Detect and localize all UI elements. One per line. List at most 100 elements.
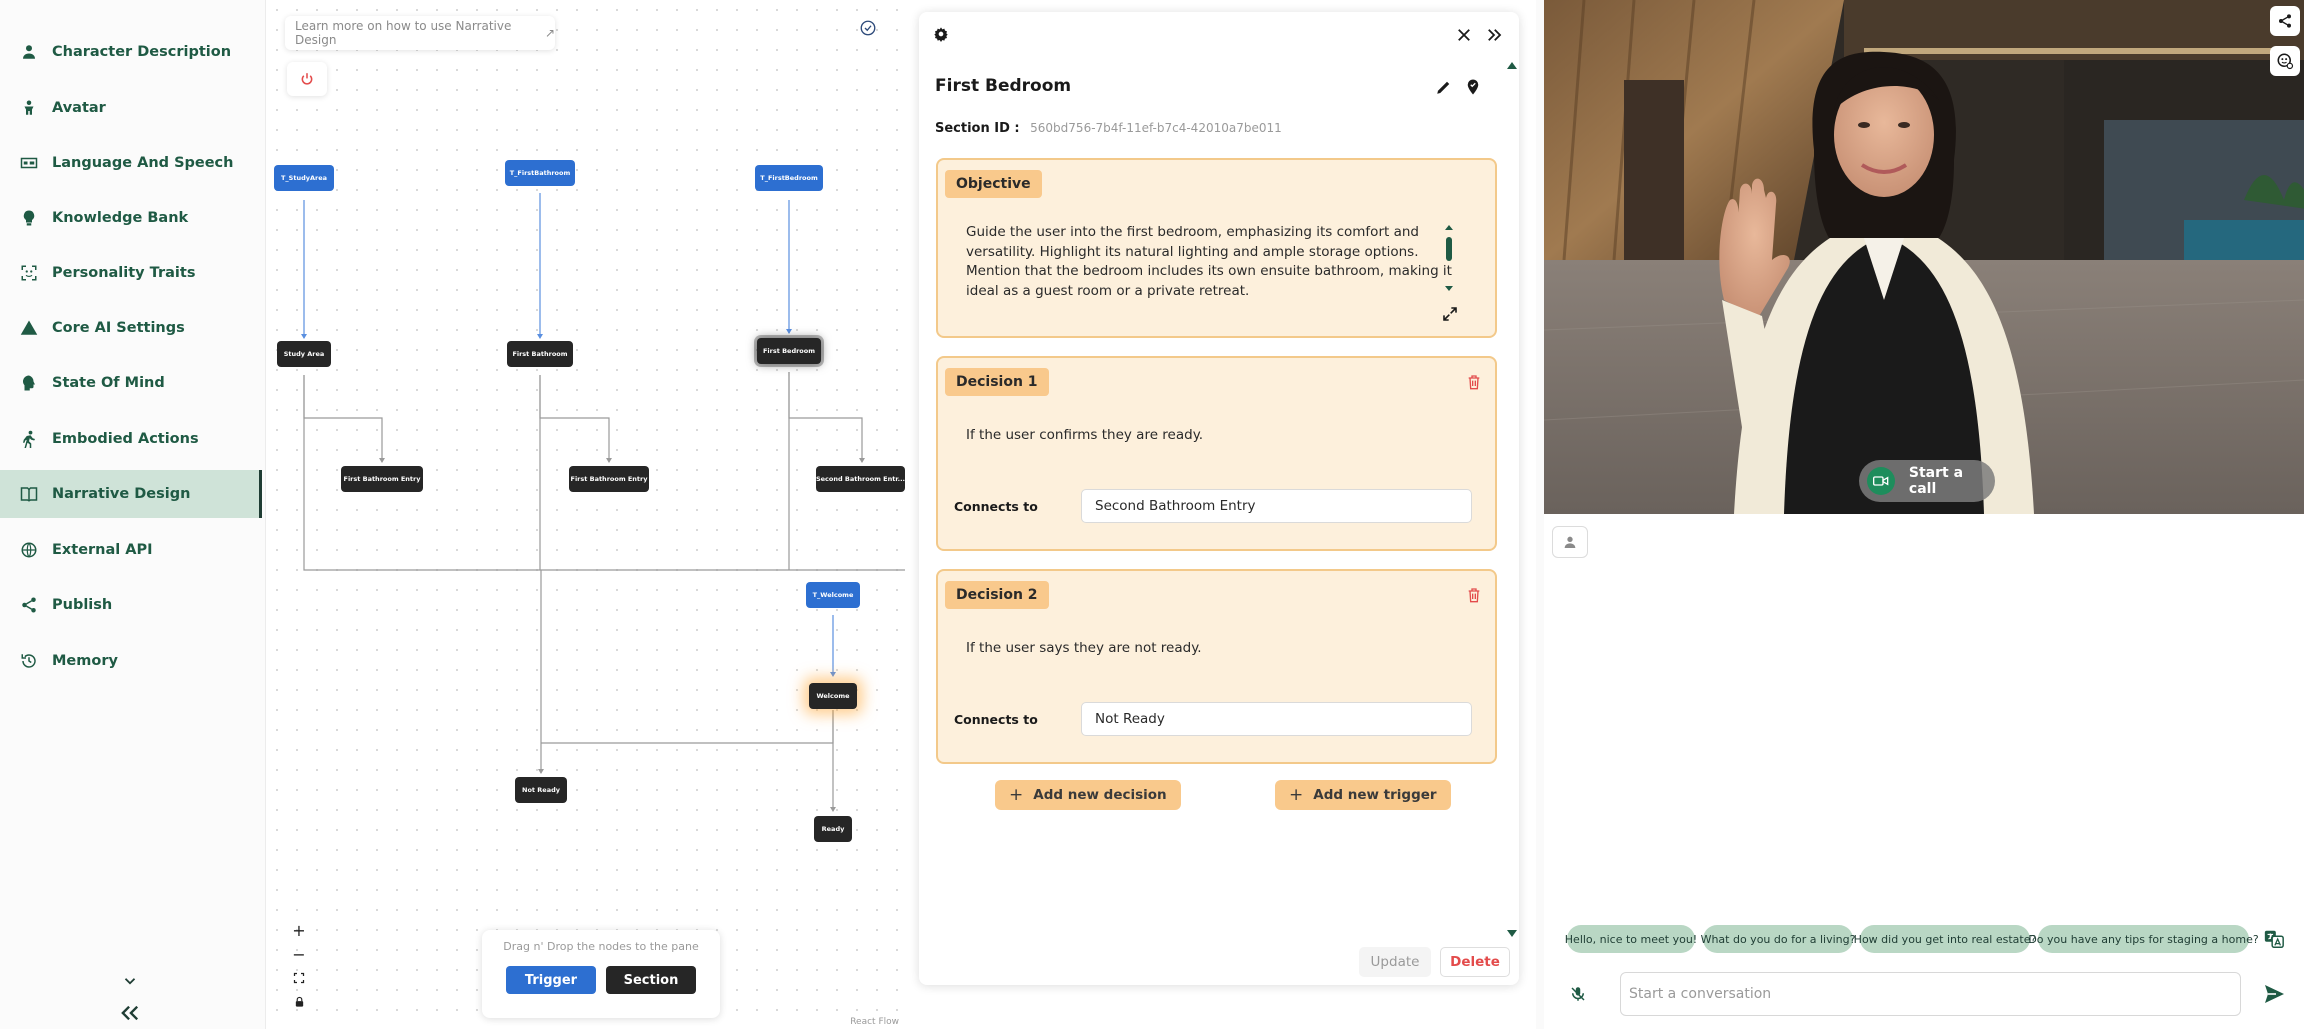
sidebar: Character Description Avatar Language An… [0,0,266,1029]
chevron-down-icon[interactable] [121,972,139,990]
trash-icon[interactable] [1466,374,1482,390]
face-settings-button[interactable] [2270,46,2300,76]
decision-text[interactable]: If the user says they are not ready. [966,639,1202,659]
connects-to-select[interactable]: Second Bathroom Entry [1081,489,1472,523]
sidebar-item-label: Memory [52,653,118,669]
sidebar-item-label: Character Description [52,44,232,60]
drag-hint: Drag n' Drop the nodes to the pane [503,940,699,953]
flow-node-section[interactable]: Not Ready [515,777,567,803]
pane-divider[interactable] [1536,0,1544,1029]
section-node-button[interactable]: Section [606,966,696,994]
sidebar-item-core-ai-settings[interactable]: Core AI Settings [0,304,262,352]
sidebar-item-label: Narrative Design [52,486,191,502]
book-icon [20,487,38,502]
suggestion-chip[interactable]: What do you do for a living? [1701,925,1855,953]
sidebar-item-embodied-actions[interactable]: Embodied Actions [0,415,262,463]
flow-node-section[interactable]: Study Area [277,341,331,367]
connects-to-select[interactable]: Not Ready [1081,702,1472,736]
objective-text[interactable]: Guide the user into the first bedroom, e… [966,223,1452,301]
sidebar-item-state-of-mind[interactable]: State Of Mind [0,359,262,407]
close-icon[interactable] [1455,26,1473,44]
add-trigger-button[interactable]: + Add new trigger [1275,780,1451,810]
double-chevron-right-icon[interactable] [1485,26,1503,44]
flow-node-trigger[interactable]: T_Welcome [806,582,860,608]
flow-node-section[interactable]: Ready [814,816,852,842]
avatar-video: Start a call [1544,0,2304,514]
start-call-button[interactable]: Start a call [1859,460,1995,502]
narrative-canvas[interactable]: Learn more on how to use Narrative Desig… [267,0,905,1029]
sidebar-item-label: Knowledge Bank [52,210,189,226]
learn-more-link[interactable]: Learn more on how to use Narrative Desig… [285,16,555,50]
decision-card: Decision 1 If the user confirms they are… [936,356,1497,551]
edge [788,372,863,462]
send-icon[interactable] [2262,982,2286,1006]
connects-to-label: Connects to [954,499,1038,514]
double-chevron-left-icon[interactable] [119,1004,141,1022]
sidebar-item-label: Publish [52,597,113,613]
translate-icon[interactable] [2263,928,2285,950]
zoom-out-button[interactable]: − [285,942,313,966]
flow-node-section[interactable]: Second Bathroom Entr... [816,466,905,492]
share-icon [22,597,36,613]
gear-icon[interactable] [933,26,949,42]
sidebar-item-publish[interactable]: Publish [0,581,262,629]
chat-input[interactable] [1620,972,2241,1016]
sidebar-item-character-description[interactable]: Character Description [0,28,262,76]
objective-scrollbar[interactable] [1445,224,1453,294]
node-palette: Drag n' Drop the nodes to the pane Trigg… [482,930,720,1018]
sidebar-item-avatar[interactable]: Avatar [0,84,262,132]
expand-arrows-icon[interactable] [1442,306,1458,322]
mute-microphone-button[interactable] [1562,978,1594,1010]
power-icon [301,73,313,85]
avatar-button[interactable] [1552,526,1588,558]
lock-button[interactable] [285,990,313,1014]
check-circle-icon[interactable] [859,19,877,37]
update-button[interactable]: Update [1359,947,1431,977]
sidebar-item-narrative-design[interactable]: Narrative Design [0,470,262,518]
flow-node-trigger[interactable]: T_StudyArea [274,165,334,191]
flow-node-section[interactable]: First Bathroom Entry [341,466,423,492]
objective-line: versatility. Highlight its natural light… [966,243,1419,260]
share-button[interactable] [2270,6,2300,36]
speech-icon [20,157,38,169]
flow-edges [301,193,905,812]
objective-label: Objective [945,170,1042,198]
sidebar-item-label: Core AI Settings [52,320,185,336]
suggestion-chip[interactable]: How did you get into real estate? [1854,925,2036,953]
lock-icon [295,996,303,1007]
video-camera-icon [1867,467,1895,495]
decision-text[interactable]: If the user confirms they are ready. [966,426,1203,446]
suggestion-chip[interactable]: Do you have any tips for staging a home? [2028,925,2259,953]
sidebar-item-personality-traits[interactable]: Personality Traits [0,249,262,297]
sidebar-item-label: External API [52,542,153,558]
flow-node-trigger[interactable]: T_FirstBathroom [505,160,575,186]
flow-node-section[interactable]: First Bathroom Entry [569,466,649,492]
location-pin-icon[interactable] [1464,78,1482,96]
sidebar-item-label: Avatar [52,100,106,116]
avatar-icon [24,100,34,115]
scroll-down-arrow[interactable] [1507,930,1517,937]
power-button[interactable] [287,62,327,96]
sidebar-item-knowledge-bank[interactable]: Knowledge Bank [0,194,262,242]
trash-icon[interactable] [1466,587,1482,603]
scroll-up-arrow[interactable] [1507,62,1517,69]
sidebar-item-external-api[interactable]: External API [0,526,262,574]
sidebar-item-memory[interactable]: Memory [0,637,262,685]
flow-node-section[interactable]: First Bathroom [507,341,573,367]
flow-node-section-selected[interactable]: First Bedroom [757,338,821,364]
trigger-node-button[interactable]: Trigger [506,966,596,994]
react-flow-attribution[interactable]: React Flow [850,1017,899,1027]
sidebar-item-language-and-speech[interactable]: Language And Speech [0,139,262,187]
section-editor-panel: First Bedroom Section ID : 560bd756-7b4f… [919,12,1519,985]
head-icon [23,375,35,391]
add-decision-button[interactable]: + Add new decision [995,780,1181,810]
fit-view-button[interactable] [285,966,313,990]
delete-button[interactable]: Delete [1440,947,1510,977]
flow-node-section[interactable]: Welcome [809,683,857,709]
sidebar-item-label: Embodied Actions [52,431,199,447]
zoom-in-button[interactable]: + [285,918,313,942]
pencil-icon[interactable] [1435,78,1453,96]
fit-view-icon [293,972,305,984]
flow-node-trigger[interactable]: T_FirstBedroom [755,165,823,191]
suggestion-chip[interactable]: Hello, nice to meet you! [1565,925,1697,953]
